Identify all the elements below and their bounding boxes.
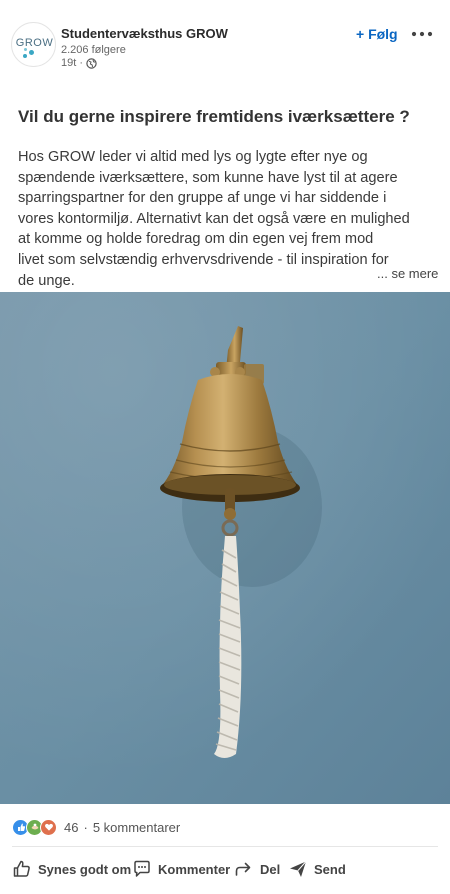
company-avatar[interactable]: GROW [11, 22, 56, 67]
like-button[interactable]: Synes godt om [12, 859, 131, 879]
reaction-count: 46 [64, 819, 79, 835]
comment-icon [134, 860, 150, 877]
post-body-line: sparringspartner for den gruppe af unge … [18, 190, 387, 207]
send-button[interactable]: Send [288, 859, 346, 879]
see-more-link[interactable]: ... se mere [377, 266, 438, 281]
like-label: Synes godt om [38, 861, 132, 877]
more-icon [411, 31, 433, 37]
comments-count-link[interactable]: 5 kommentarer [93, 820, 180, 835]
post-title: Vil du gerne inspirere fremtidens iværks… [18, 107, 410, 126]
thumbs-up-icon [13, 860, 30, 877]
timestamp-text: 19t · [61, 57, 84, 69]
logo-dot [23, 54, 27, 58]
post-image[interactable] [0, 292, 450, 804]
post-body-line: vores kontormiljø. Alternativt kan det o… [18, 210, 410, 227]
send-label: Send [314, 861, 346, 877]
love-icon [40, 818, 57, 836]
post-action-bar: Synes godt om Kommenter Del Send [0, 855, 450, 887]
post-body-line: spændende iværksættere, som kunne have l… [18, 169, 398, 186]
post-body-line: Hos GROW leder vi altid med lys og lygte… [18, 149, 368, 165]
post-body-line: livet som selvstændig erhvervsdrivende -… [18, 251, 389, 268]
separator-dot: · [83, 819, 88, 835]
follower-count: 2.206 følgere [61, 44, 126, 56]
company-name[interactable]: Studentervæksthus GROW [61, 26, 228, 41]
share-button[interactable]: Del [234, 859, 280, 879]
avatar-logo-text: GROW [15, 37, 54, 49]
divider [12, 846, 438, 847]
share-label: Del [260, 861, 281, 877]
globe-icon [86, 57, 97, 69]
post-timestamp: 19t · [61, 57, 97, 69]
post-body: Hos GROW leder vi altid med lys og lygte… [18, 147, 438, 291]
more-options-button[interactable] [409, 24, 435, 44]
comment-button[interactable]: Kommenter [132, 859, 230, 879]
comment-label: Kommenter [158, 861, 231, 877]
post-header: GROW Studentervæksthus GROW 2.206 følger… [0, 0, 450, 90]
post-body-line: de unge. [18, 272, 75, 289]
follow-button[interactable]: + Følg [356, 26, 398, 42]
paper-plane-icon [290, 861, 307, 877]
reactions-summary[interactable]: 46 · 5 kommentarer [12, 816, 180, 838]
logo-dot [29, 50, 34, 55]
logo-dot [24, 48, 27, 51]
post-body-line: at komme og holde foredrag om din egen v… [18, 231, 374, 248]
share-arrow-icon [235, 862, 251, 876]
